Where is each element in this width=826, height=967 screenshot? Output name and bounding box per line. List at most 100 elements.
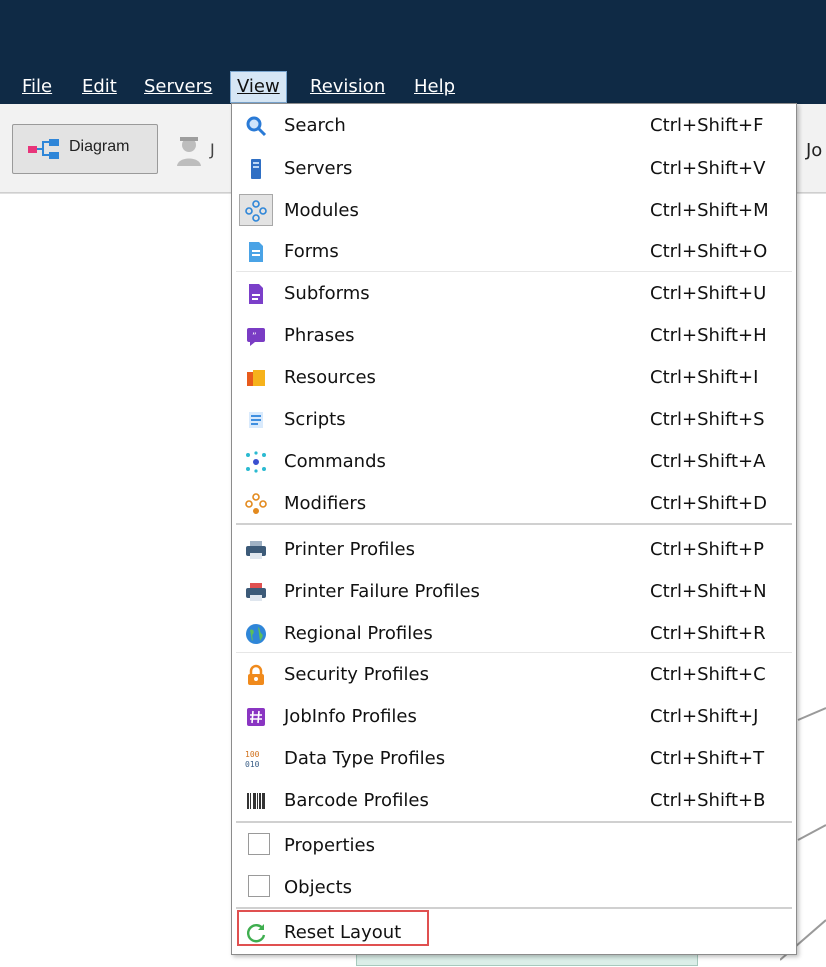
resources-icon: [247, 370, 265, 386]
menu-item-shortcut: Ctrl+Shift+U: [650, 283, 767, 304]
menu-item-label: Phrases: [284, 325, 355, 346]
menu-view-label: View: [237, 76, 280, 97]
menu-item-printer-failure-profiles[interactable]: Printer Failure Profiles Ctrl+Shift+N: [236, 571, 792, 611]
menu-item-label: Search: [284, 115, 346, 136]
svg-text:010: 010: [245, 760, 260, 769]
toolbar-partial-left: J: [210, 140, 215, 159]
menu-item-forms[interactable]: Forms Ctrl+Shift+O: [236, 231, 792, 271]
globe-icon: [246, 624, 266, 644]
menu-item-shortcut: Ctrl+Shift+I: [650, 367, 759, 388]
menu-item-label: Commands: [284, 451, 386, 472]
menu-item-label: Subforms: [284, 283, 370, 304]
script-icon: [249, 412, 263, 428]
menu-servers[interactable]: Servers: [138, 72, 218, 102]
lock-icon: [248, 664, 264, 685]
menu-item-modifiers[interactable]: Modifiers Ctrl+Shift+D: [236, 483, 792, 523]
modifiers-icon: [245, 493, 267, 514]
menu-item-jobinfo-profiles[interactable]: JobInfo Profiles Ctrl+Shift+J: [236, 696, 792, 736]
objects-checkbox[interactable]: [248, 875, 270, 897]
menu-item-modules[interactable]: Modules Ctrl+Shift+M: [236, 190, 792, 230]
menu-item-label: Barcode Profiles: [284, 790, 429, 811]
menu-file-label: File: [22, 76, 53, 97]
menu-servers-label: Servers: [144, 76, 213, 97]
menu-view[interactable]: View: [230, 71, 287, 103]
menu-item-shortcut: Ctrl+Shift+C: [650, 664, 766, 685]
menu-item-search[interactable]: Search Ctrl+Shift+F: [236, 105, 792, 145]
printer-icon: [246, 541, 266, 559]
menu-item-shortcut: Ctrl+Shift+J: [650, 706, 759, 727]
menu-item-label: Objects: [284, 877, 353, 898]
menu-item-shortcut: Ctrl+Shift+R: [650, 623, 766, 644]
barcode-icon: [247, 793, 265, 809]
menu-item-shortcut: Ctrl+Shift+M: [650, 200, 769, 221]
commands-icon: [246, 451, 266, 473]
menu-item-label: Modifiers: [284, 493, 367, 514]
menu-separator: [236, 652, 792, 653]
printer-failure-icon: [246, 583, 266, 601]
menu-item-commands[interactable]: Commands Ctrl+Shift+A: [236, 441, 792, 481]
toolbar-partial-right: Jo: [806, 140, 823, 161]
binary-icon: 100010: [245, 750, 260, 769]
hash-icon: [247, 708, 265, 726]
menu-item-shortcut: Ctrl+Shift+T: [650, 748, 765, 769]
menu-item-shortcut: Ctrl+Shift+V: [650, 158, 766, 179]
modules-icon: [245, 200, 267, 222]
menu-item-label: Printer Failure Profiles: [284, 581, 480, 602]
diagram-icon: [28, 139, 59, 159]
menu-item-label: Resources: [284, 367, 376, 388]
menu-separator: [236, 907, 792, 909]
user-icon[interactable]: J: [174, 134, 220, 168]
menu-item-shortcut: Ctrl+Shift+N: [650, 581, 767, 602]
menu-edit[interactable]: Edit: [76, 72, 123, 102]
menu-item-scripts[interactable]: Scripts Ctrl+Shift+S: [236, 399, 792, 439]
menu-item-label: Servers: [284, 158, 353, 179]
menu-item-shortcut: Ctrl+Shift+P: [650, 539, 764, 560]
menu-item-properties[interactable]: Properties: [236, 825, 792, 865]
search-icon: [246, 116, 267, 137]
menu-item-printer-profiles[interactable]: Printer Profiles Ctrl+Shift+P: [236, 529, 792, 569]
menu-item-resources[interactable]: Resources Ctrl+Shift+I: [236, 357, 792, 397]
menu-item-servers[interactable]: Servers Ctrl+Shift+V: [236, 148, 792, 188]
menu-item-label: JobInfo Profiles: [284, 706, 417, 727]
menu-separator: [236, 271, 792, 272]
menu-item-label: Forms: [284, 241, 339, 262]
menu-item-shortcut: Ctrl+Shift+H: [650, 325, 767, 346]
menu-item-shortcut: Ctrl+Shift+A: [650, 451, 766, 472]
properties-checkbox[interactable]: [248, 833, 270, 855]
menu-item-label: Security Profiles: [284, 664, 429, 685]
menu-item-subforms[interactable]: Subforms Ctrl+Shift+U: [236, 273, 792, 313]
menu-item-phrases[interactable]: ” Phrases Ctrl+Shift+H: [236, 315, 792, 355]
phrase-icon: ”: [247, 328, 265, 346]
menu-item-shortcut: Ctrl+Shift+F: [650, 115, 764, 136]
diagram-button[interactable]: Diagram: [12, 124, 158, 174]
diagram-button-label: Diagram: [69, 138, 130, 155]
menu-separator: [236, 523, 792, 525]
menu-item-barcode-profiles[interactable]: Barcode Profiles Ctrl+Shift+B: [236, 780, 792, 820]
menu-item-regional-profiles[interactable]: Regional Profiles Ctrl+Shift+R: [236, 613, 792, 653]
menu-item-security-profiles[interactable]: Security Profiles Ctrl+Shift+C: [236, 654, 792, 694]
menu-item-objects[interactable]: Objects: [236, 867, 792, 907]
subform-icon: [249, 284, 263, 304]
form-icon: [249, 242, 263, 262]
menu-item-label: Regional Profiles: [284, 623, 433, 644]
menu-item-shortcut: Ctrl+Shift+B: [650, 790, 766, 811]
menu-file[interactable]: File: [16, 72, 58, 102]
menu-help[interactable]: Help: [408, 72, 461, 102]
menu-item-label: Data Type Profiles: [284, 748, 446, 769]
menu-item-label: Printer Profiles: [284, 539, 415, 560]
menu-item-data-type-profiles[interactable]: 100 010 Data Type Profiles Ctrl+Shift+T: [236, 738, 792, 778]
menu-item-label: Scripts: [284, 409, 346, 430]
server-icon: [251, 159, 261, 179]
svg-text:100: 100: [245, 750, 260, 759]
menu-item-label: Modules: [284, 200, 359, 221]
title-bar: [0, 0, 826, 70]
menu-item-shortcut: Ctrl+Shift+D: [650, 493, 767, 514]
menu-separator: [236, 821, 792, 823]
menu-revision-label: Revision: [310, 76, 386, 97]
reset-layout-highlight: [237, 910, 429, 946]
menu-help-label: Help: [414, 76, 456, 97]
menu-edit-label: Edit: [82, 76, 117, 97]
menu-item-label: Properties: [284, 835, 375, 856]
menu-revision[interactable]: Revision: [304, 72, 391, 102]
svg-text:”: ”: [252, 332, 257, 342]
